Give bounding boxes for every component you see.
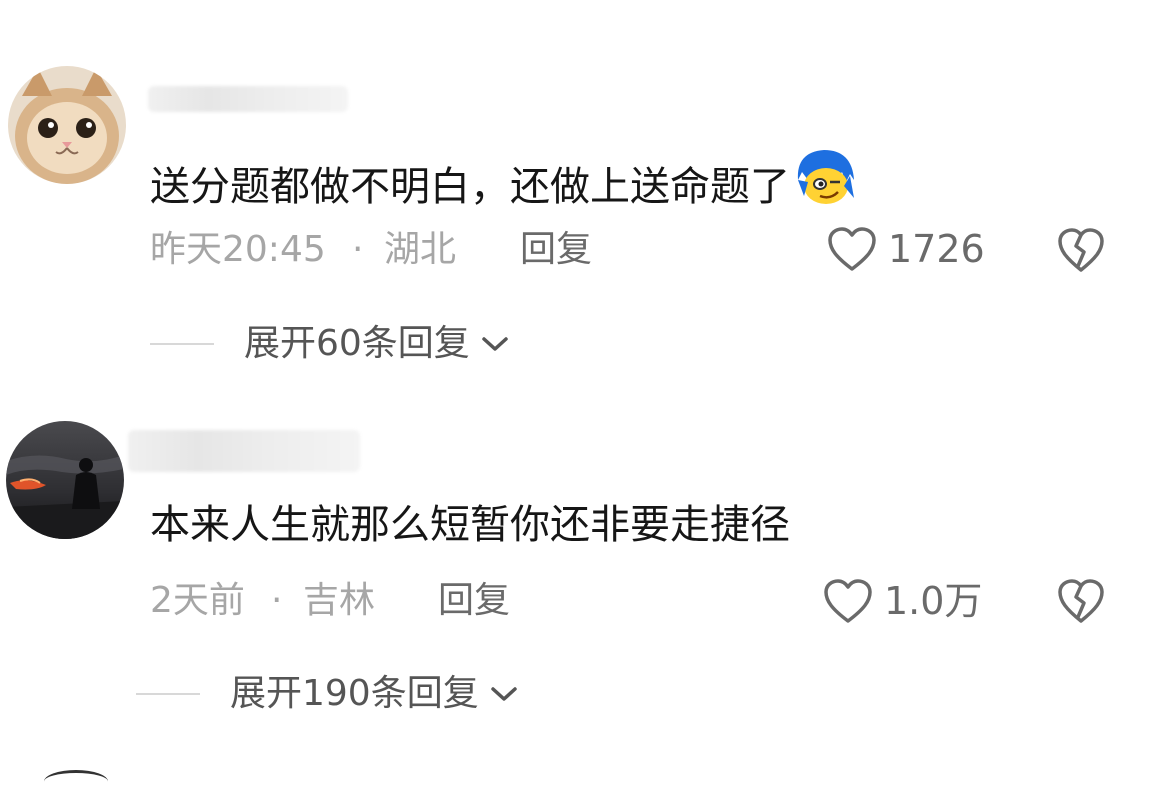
comment-time: 昨天20:45 bbox=[150, 229, 326, 270]
comment-item: 本来人生就那么短暂你还非要走捷径 2天前 · 吉林 回复 1.0万 展开190条… bbox=[0, 400, 1164, 776]
like-button[interactable]: 1726 bbox=[826, 225, 985, 273]
next-avatar-partial bbox=[44, 770, 108, 793]
chevron-down-icon bbox=[490, 687, 517, 701]
comment-time: 2天前 bbox=[150, 580, 245, 621]
divider bbox=[150, 343, 214, 345]
broken-heart-icon bbox=[1058, 228, 1104, 272]
username-redacted[interactable] bbox=[148, 86, 348, 112]
comment-item: 送分题都做不明白，还做上送命题了 昨天20:45 · 湖北 回复 1726 展开… bbox=[0, 0, 1164, 400]
expand-replies-label: 展开190条回复 bbox=[230, 673, 479, 714]
comment-location: 吉林 bbox=[303, 580, 376, 621]
heart-outline-icon bbox=[828, 227, 876, 271]
blue-hair-smirk-emoji-icon bbox=[794, 146, 856, 219]
username-redacted[interactable] bbox=[128, 430, 360, 472]
reply-button[interactable]: 回复 bbox=[520, 228, 592, 272]
expand-replies-button[interactable]: 展开190条回复 bbox=[136, 672, 519, 716]
like-count: 1.0万 bbox=[884, 579, 983, 623]
meta-separator: · bbox=[271, 580, 283, 621]
like-button[interactable]: 1.0万 bbox=[822, 577, 982, 625]
reply-button[interactable]: 回复 bbox=[438, 579, 510, 623]
avatar[interactable] bbox=[6, 421, 124, 539]
comment-text-content: 送分题都做不明白，还做上送命题了 bbox=[150, 164, 790, 210]
expand-replies-label: 展开60条回复 bbox=[244, 323, 470, 364]
expand-replies-button[interactable]: 展开60条回复 bbox=[150, 322, 510, 366]
divider bbox=[136, 693, 200, 695]
broken-heart-icon bbox=[1058, 579, 1104, 623]
dislike-button[interactable] bbox=[1056, 577, 1106, 629]
meta-separator: · bbox=[352, 229, 364, 270]
like-count: 1726 bbox=[888, 227, 985, 271]
comment-location: 湖北 bbox=[384, 229, 457, 270]
comment-text: 送分题都做不明白，还做上送命题了 bbox=[150, 146, 856, 219]
dislike-button[interactable] bbox=[1056, 226, 1106, 278]
comment-text: 本来人生就那么短暂你还非要走捷径 bbox=[150, 501, 790, 549]
heart-outline-icon bbox=[824, 579, 872, 623]
avatar[interactable] bbox=[8, 66, 126, 184]
chevron-down-icon bbox=[482, 337, 508, 351]
comment-text-content: 本来人生就那么短暂你还非要走捷径 bbox=[150, 502, 790, 548]
